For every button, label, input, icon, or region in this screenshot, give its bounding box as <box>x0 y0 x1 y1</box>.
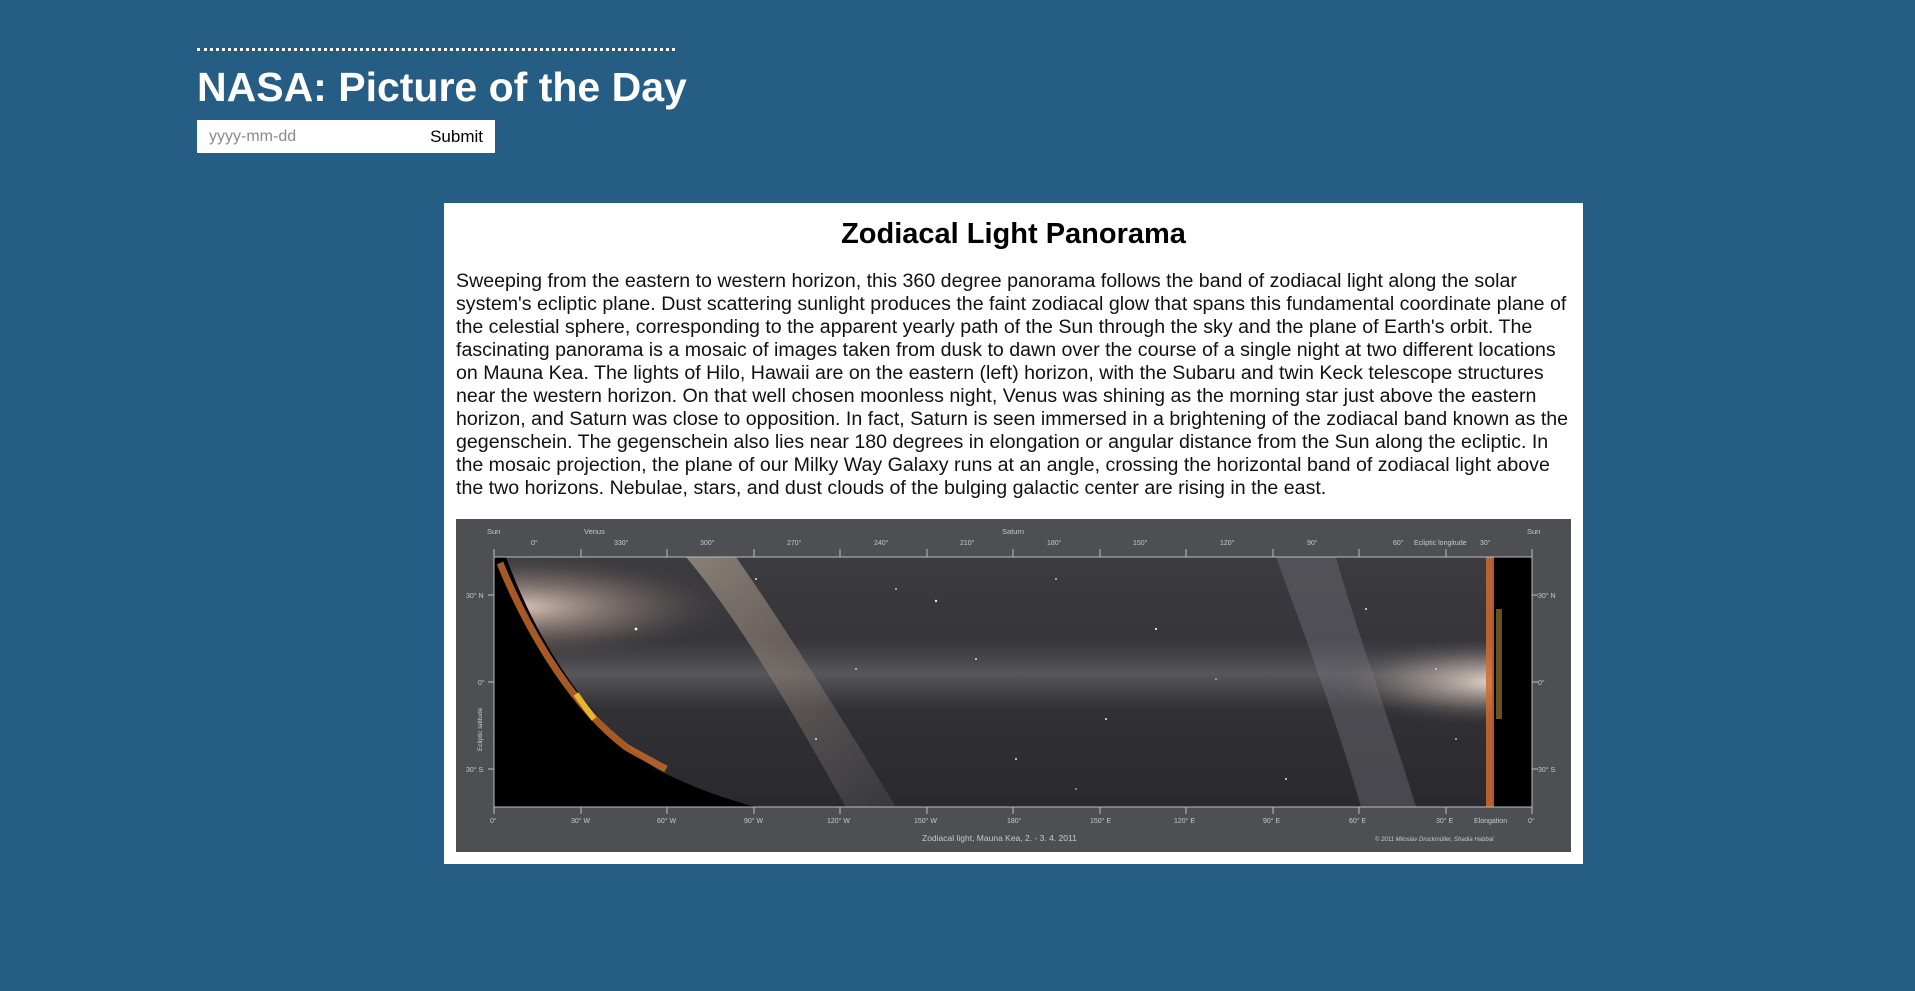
bottom-tick-label: 0° <box>490 817 497 825</box>
left-axis: 30° N 0° 30° S Ecliptic latitude <box>466 592 494 774</box>
date-input[interactable] <box>197 120 402 153</box>
latitude-axis-title: Ecliptic latitude <box>477 707 484 751</box>
image-caption: Zodiacal light, Mauna Kea, 2. - 3. 4. 20… <box>922 833 1077 843</box>
ecliptic-longitude-title: Ecliptic longitude <box>1414 540 1467 547</box>
bottom-tick-label: 90° E <box>1263 817 1281 825</box>
top-marker: Sun <box>1527 527 1540 536</box>
date-search-form: Submit <box>197 120 495 153</box>
right-tick-label: 30° N <box>1538 592 1556 600</box>
top-tick-label: 270° <box>787 539 802 547</box>
panorama-figure: Sun Venus Saturn Sun 0° 330° 300° 270° 2… <box>466 527 1556 843</box>
apod-image: Sun Venus Saturn Sun 0° 330° 300° 270° 2… <box>456 519 1571 852</box>
left-tick-label: 30° N <box>466 592 484 600</box>
top-marker: Saturn <box>1002 527 1024 536</box>
top-tick-label: 180° <box>1047 539 1062 547</box>
left-tick-label: 30° S <box>466 766 484 774</box>
top-tick-label: 210° <box>960 539 975 547</box>
bottom-tick-label: 30° E <box>1436 817 1454 825</box>
top-tick-label: 120° <box>1220 539 1235 547</box>
right-axis: 30° N 0° 30° S <box>1532 592 1556 774</box>
left-tick-label: 0° <box>478 679 485 687</box>
bottom-tick-label: 180° <box>1007 817 1022 825</box>
top-tick-label: 240° <box>874 539 889 547</box>
bottom-tick-label: 60° W <box>657 817 677 825</box>
top-marker: Venus <box>584 527 605 536</box>
top-tick-label: 30° <box>1480 539 1491 547</box>
bottom-tick-label: 120° E <box>1174 817 1195 825</box>
bottom-tick-label: 90° W <box>744 817 764 825</box>
top-tick-label: 330° <box>614 539 629 547</box>
apod-card: Zodiacal Light Panorama Sweeping from th… <box>444 203 1583 864</box>
top-tick-label: 90° <box>1307 539 1318 547</box>
bottom-tick-label: 60° E <box>1349 817 1367 825</box>
top-tick-label: 150° <box>1133 539 1148 547</box>
top-axis: Sun Venus Saturn Sun 0° 330° 300° 270° 2… <box>487 527 1540 557</box>
page-header: NASA: Picture of the Day <box>197 48 687 111</box>
submit-button[interactable]: Submit <box>414 120 495 153</box>
right-tick-label: 30° S <box>1538 766 1556 774</box>
bottom-tick-label: 0° <box>1528 817 1535 825</box>
apod-explanation: Sweeping from the eastern to western hor… <box>456 270 1569 499</box>
right-tick-label: 0° <box>1538 679 1545 687</box>
apod-title: Zodiacal Light Panorama <box>841 218 1186 250</box>
bottom-axis: 0° 30° W 60° W 90° W 120° W 150° W 180° … <box>490 807 1535 825</box>
bottom-tick-label: 150° W <box>914 817 937 825</box>
bottom-tick-label: 150° E <box>1090 817 1111 825</box>
bottom-tick-label: 120° W <box>827 817 850 825</box>
page-title: NASA: Picture of the Day <box>197 64 687 110</box>
header-dotted-rule <box>197 48 675 51</box>
right-horizon <box>1486 557 1532 807</box>
top-tick-label: 0° <box>531 539 538 547</box>
top-tick-label: 60° <box>1393 539 1404 547</box>
elongation-title: Elongation <box>1474 818 1507 825</box>
bottom-tick-label: 30° W <box>571 817 591 825</box>
top-marker: Sun <box>487 527 500 536</box>
image-credit: © 2011 Miloslav Druckmüller, Shadia Habb… <box>1375 836 1494 843</box>
top-tick-label: 300° <box>700 539 715 547</box>
